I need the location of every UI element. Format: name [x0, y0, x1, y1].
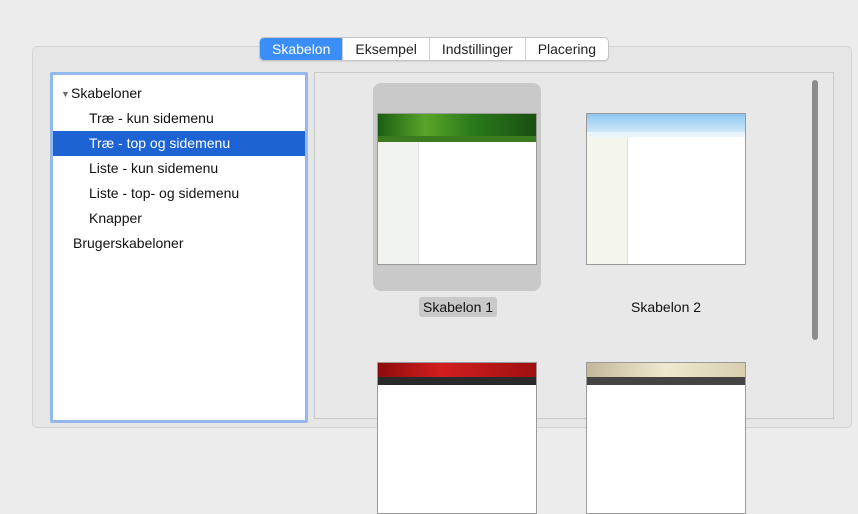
template-caption-1[interactable]: Skabelon 1 — [419, 297, 498, 317]
tree-item[interactable]: Liste - kun sidemenu — [53, 156, 305, 181]
tab-placering[interactable]: Placering — [524, 38, 608, 60]
tree-item[interactable]: Træ - kun sidemenu — [53, 106, 305, 131]
template-tree: ▼Skabeloner Træ - kun sidemenu Træ - top… — [50, 72, 308, 423]
tab-indstillinger[interactable]: Indstillinger — [428, 38, 525, 60]
scrollbar-thumb[interactable] — [812, 80, 818, 340]
tab-bar: Skabelon Eksempel Indstillinger Placerin… — [259, 37, 610, 61]
disclosure-triangle-icon[interactable]: ▼ — [61, 82, 71, 107]
tree-root-brugerskabeloner[interactable]: Brugerskabeloner — [53, 231, 305, 256]
template-preview-4[interactable] — [586, 362, 746, 514]
tree-item[interactable]: Liste - top- og sidemenu — [53, 181, 305, 206]
template-preview-3[interactable] — [377, 362, 537, 514]
tree-root-skabeloner[interactable]: ▼Skabeloner — [53, 81, 305, 106]
tree-item[interactable]: Knapper — [53, 206, 305, 231]
tab-eksempel[interactable]: Eksempel — [342, 38, 428, 60]
template-caption-2[interactable]: Skabelon 2 — [631, 297, 701, 317]
tree-item-selected[interactable]: Træ - top og sidemenu — [53, 131, 305, 156]
tab-skabelon[interactable]: Skabelon — [260, 38, 343, 60]
template-preview-2[interactable] — [586, 113, 746, 265]
template-preview-1[interactable] — [377, 113, 537, 265]
tree-root-label: Skabeloner — [71, 85, 142, 101]
gallery-scrollbar[interactable] — [810, 80, 820, 340]
